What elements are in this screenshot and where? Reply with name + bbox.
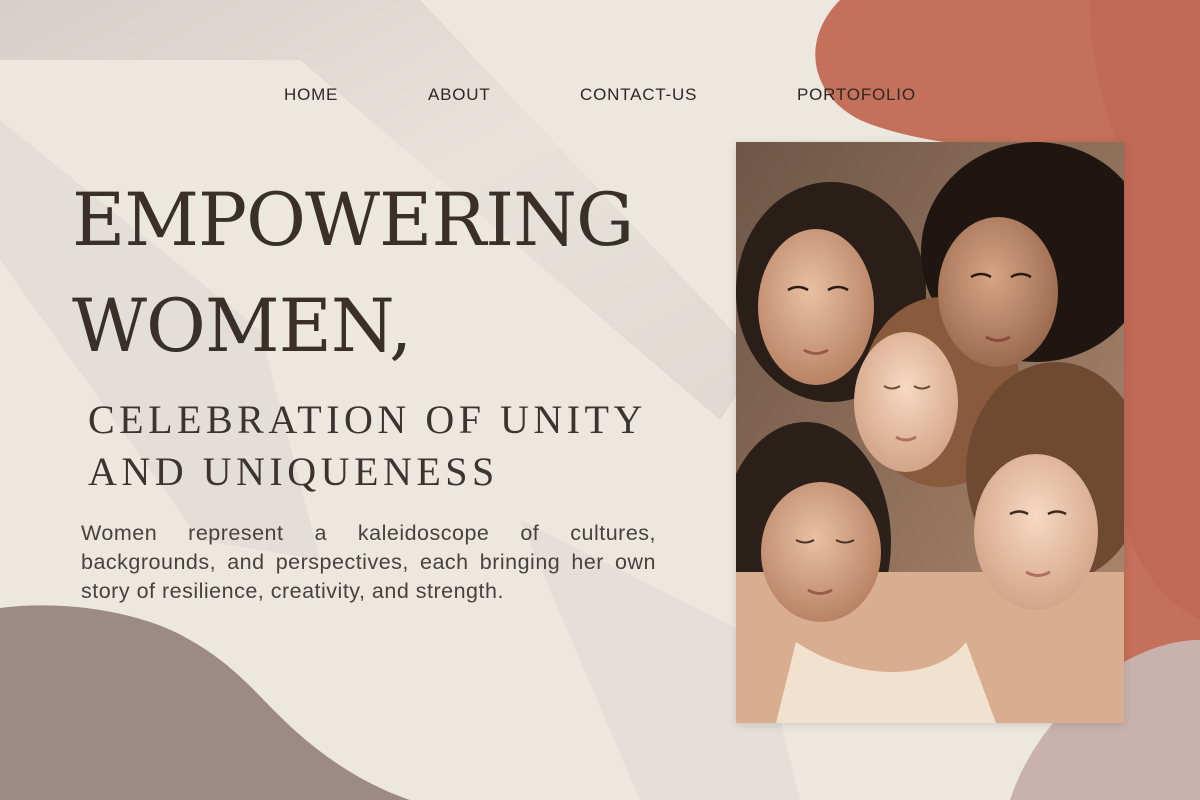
face-top-left	[758, 229, 874, 385]
face-top-right	[938, 217, 1058, 367]
subheading-line-1: CELEBRATION OF UNITY	[88, 397, 647, 442]
face-center	[854, 332, 958, 472]
headline-line-1: EMPOWERING	[72, 178, 634, 263]
hero-headline: EMPOWERING WOMEN,	[72, 168, 672, 380]
hero-subheading: CELEBRATION OF UNITY AND UNIQUENESS	[88, 394, 678, 498]
headline-line-2: WOMEN,	[72, 284, 412, 369]
photo-illustration	[736, 142, 1124, 723]
page-canvas: HOME ABOUT CONTACT-US PORTOFOLIO EMPOWER…	[0, 0, 1200, 800]
nav-home-link[interactable]: HOME	[284, 85, 338, 105]
nav-portfolio-link[interactable]: PORTOFOLIO	[797, 85, 916, 105]
face-bottom-right	[974, 454, 1098, 610]
subheading-line-2: AND UNIQUENESS	[88, 449, 499, 494]
main-nav: HOME ABOUT CONTACT-US PORTOFOLIO	[0, 85, 1200, 105]
women-group-photo	[736, 142, 1124, 723]
nav-contact-link[interactable]: CONTACT-US	[580, 85, 697, 105]
nav-about-link[interactable]: ABOUT	[428, 85, 491, 105]
hero-description: Women represent a kaleidoscope of cultur…	[81, 521, 656, 603]
face-bottom-left	[761, 482, 881, 622]
